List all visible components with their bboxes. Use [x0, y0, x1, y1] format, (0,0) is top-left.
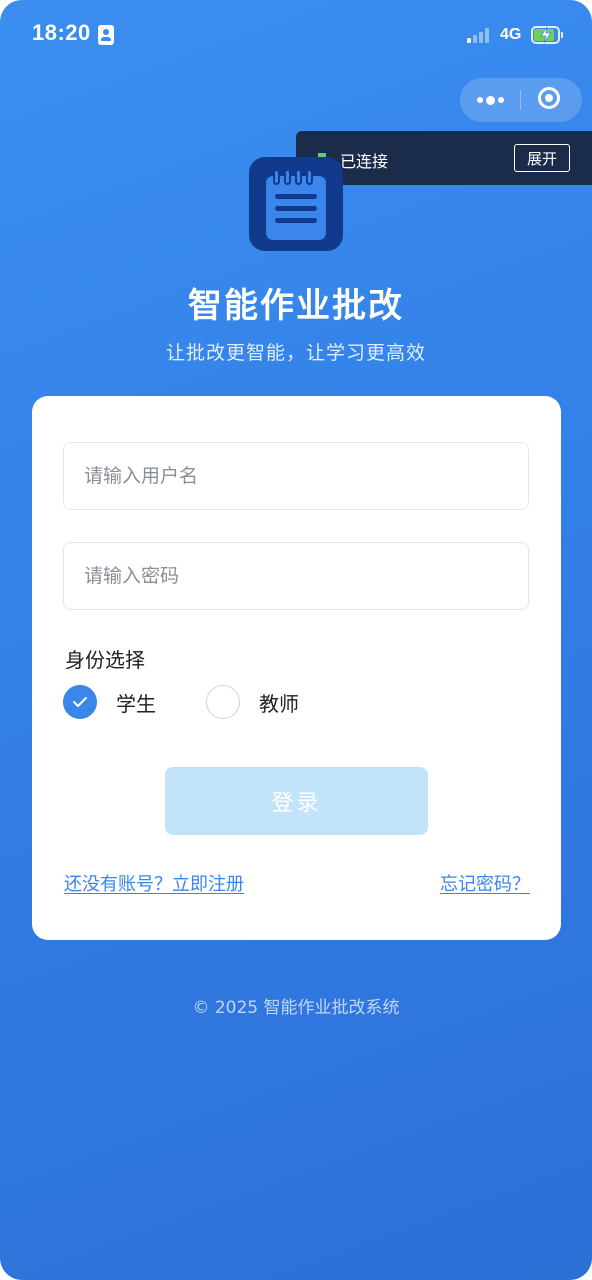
- signal-icon: [467, 27, 495, 43]
- role-label-teacher: 教师: [259, 691, 299, 716]
- role-radio-student[interactable]: 学生: [63, 684, 156, 720]
- more-menu-icon[interactable]: [460, 78, 520, 122]
- login-button[interactable]: 登录: [165, 767, 428, 835]
- username-input[interactable]: [63, 442, 529, 510]
- role-label-student: 学生: [116, 691, 156, 716]
- app-subtitle: 让批改更智能，让学习更高效: [165, 342, 426, 364]
- status-bar: 18:20 4G: [0, 0, 592, 70]
- expand-button[interactable]: 展开: [514, 144, 570, 172]
- app-title: 智能作业批改: [188, 286, 404, 326]
- login-card: 身份选择 学生 教师 登录 还没有账号？立即注册 忘记密码？: [32, 396, 561, 940]
- password-input[interactable]: [63, 542, 529, 610]
- battery-charging-icon: [531, 26, 563, 44]
- miniprogram-capsule: [460, 78, 582, 122]
- copyright-footer: © 2025 智能作业批改系统: [192, 998, 400, 1018]
- id-card-icon: [98, 25, 114, 45]
- radio-unchecked-icon: [206, 685, 240, 719]
- connection-status-text: 已连接: [340, 152, 389, 171]
- close-target-icon[interactable]: [521, 78, 582, 122]
- notepad-icon: [249, 157, 343, 251]
- role-radio-teacher[interactable]: 教师: [206, 684, 299, 720]
- status-time: 18:20: [32, 20, 91, 45]
- login-screen: 18:20 4G 已连接 展开 智能作业批改 让批改更智能，让学习更高效 请输入…: [0, 0, 592, 1280]
- network-type: 4G: [500, 26, 522, 43]
- forgot-password-link[interactable]: 忘记密码？: [440, 870, 530, 896]
- register-link[interactable]: 还没有账号？立即注册: [64, 870, 244, 896]
- radio-checked-icon: [63, 685, 97, 719]
- role-label: 身份选择: [65, 648, 145, 672]
